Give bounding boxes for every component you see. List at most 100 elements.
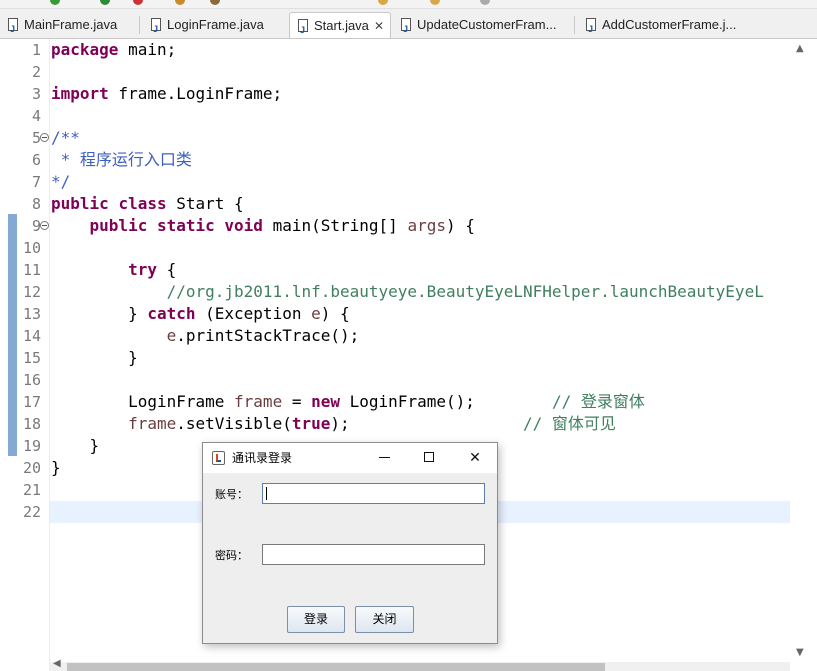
code-line[interactable]: 7 */ xyxy=(0,171,790,193)
java-app-icon xyxy=(212,451,225,465)
account-input[interactable] xyxy=(262,483,485,504)
login-dialog: 通讯录登录 ✕ 账号： 密码： 登录 关闭 xyxy=(202,442,498,644)
line-number: 14 xyxy=(22,327,41,345)
line-number: 17 xyxy=(22,393,41,411)
code-line[interactable]: 9 public static void main(String[] args)… xyxy=(0,215,790,237)
code-line[interactable]: 1 package main; xyxy=(0,39,790,61)
code-text: public class Start { xyxy=(51,194,244,213)
code-line[interactable]: 5 /** xyxy=(0,127,790,149)
code-text: public static void main(String[] args) { xyxy=(89,216,475,235)
tab-separator xyxy=(574,16,575,34)
code-text: */ xyxy=(51,172,71,191)
maximize-button[interactable] xyxy=(409,443,449,473)
scroll-thumb[interactable] xyxy=(67,663,605,671)
minimize-icon xyxy=(379,457,390,458)
tab-label: UpdateCustomerFram... xyxy=(417,17,557,32)
code-text: //org.jb2011.lnf.beautyeye.BeautyEyeLNFH… xyxy=(166,282,764,301)
line-number: 16 xyxy=(22,371,41,389)
code-line[interactable]: 18 frame.setVisible(true); // 窗体可见 xyxy=(0,413,790,435)
account-label: 账号： xyxy=(215,488,248,501)
line-number: 10 xyxy=(22,239,41,257)
scroll-up-icon[interactable]: ▲ xyxy=(796,43,804,54)
code-line[interactable]: 14 e.printStackTrace(); xyxy=(0,325,790,347)
password-label: 密码： xyxy=(215,549,248,562)
line-number: 7 xyxy=(31,173,41,191)
login-button[interactable]: 登录 xyxy=(287,606,345,633)
line-number: 8 xyxy=(31,195,41,213)
line-number: 3 xyxy=(31,85,41,103)
code-text: /** xyxy=(51,128,80,147)
java-file-icon xyxy=(401,16,411,38)
fold-toggle-icon[interactable] xyxy=(40,221,49,230)
close-button[interactable]: ✕ xyxy=(455,443,495,473)
horizontal-scrollbar[interactable]: ◀ xyxy=(49,658,790,671)
debug-icon[interactable] xyxy=(100,0,110,5)
line-number: 15 xyxy=(22,349,41,367)
close-tab-icon[interactable]: ✕ xyxy=(374,13,384,38)
code-text: } catch (Exception e) { xyxy=(51,304,350,323)
code-text: import frame.LoginFrame; xyxy=(51,84,283,103)
text-caret xyxy=(266,487,267,500)
run-icon[interactable] xyxy=(50,0,60,5)
close-dialog-button[interactable]: 关闭 xyxy=(355,606,414,633)
code-text: } xyxy=(51,436,100,455)
code-line[interactable]: 4 xyxy=(0,105,790,127)
code-line[interactable]: 8 public class Start { xyxy=(0,193,790,215)
fold-toggle-icon[interactable] xyxy=(40,133,49,142)
code-line[interactable]: 13 } catch (Exception e) { xyxy=(0,303,790,325)
minimize-button[interactable] xyxy=(365,443,405,473)
back-icon[interactable] xyxy=(430,0,440,5)
tab-addcustomerframe[interactable]: AddCustomerFrame.j... xyxy=(578,12,758,38)
maximize-icon xyxy=(424,452,434,462)
line-number: 4 xyxy=(31,107,41,125)
vertical-scrollbar[interactable]: ▲ ▼ xyxy=(790,39,817,662)
dialog-title: 通讯录登录 xyxy=(232,451,293,465)
tab-start[interactable]: Start.java ✕ xyxy=(289,12,391,38)
tab-label: Start.java xyxy=(314,18,369,33)
code-text: try { xyxy=(128,260,177,279)
code-line[interactable]: 2 xyxy=(0,61,790,83)
tab-mainframe[interactable]: MainFrame.java xyxy=(0,12,140,38)
code-text: LoginFrame frame = new LoginFrame(); // … xyxy=(51,392,645,411)
folder-icon[interactable] xyxy=(378,0,388,5)
code-line[interactable]: 10 xyxy=(0,237,790,259)
line-number: 9 xyxy=(31,217,41,235)
dialog-title-bar[interactable]: 通讯录登录 ✕ xyxy=(203,443,497,473)
line-number: 22 xyxy=(22,503,41,521)
code-line[interactable]: 17 LoginFrame frame = new LoginFrame(); … xyxy=(0,391,790,413)
line-number: 6 xyxy=(31,151,41,169)
code-line[interactable]: 6 * 程序运行入口类 xyxy=(0,149,790,171)
code-text: frame.setVisible(true); // 窗体可见 xyxy=(128,414,616,433)
tool-icon[interactable] xyxy=(175,0,185,5)
code-line[interactable]: 12 //org.jb2011.lnf.beautyeye.BeautyEyeL… xyxy=(0,281,790,303)
tool-icon[interactable] xyxy=(210,0,220,5)
java-file-icon xyxy=(8,16,18,38)
code-text: } xyxy=(51,458,61,477)
code-line[interactable]: 11 try { xyxy=(0,259,790,281)
tab-separator xyxy=(139,16,140,34)
scroll-left-icon[interactable]: ◀ xyxy=(53,658,61,669)
close-icon: ✕ xyxy=(469,450,481,466)
line-number: 12 xyxy=(22,283,41,301)
password-input[interactable] xyxy=(262,544,485,565)
tab-loginframe[interactable]: LoginFrame.java xyxy=(143,12,287,38)
java-file-icon xyxy=(151,16,161,38)
java-file-icon xyxy=(586,16,596,38)
line-number: 21 xyxy=(22,481,41,499)
code-line[interactable]: 16 xyxy=(0,369,790,391)
line-number: 19 xyxy=(22,437,41,455)
tab-label: LoginFrame.java xyxy=(167,17,264,32)
scroll-down-icon[interactable]: ▼ xyxy=(796,647,804,658)
line-number: 13 xyxy=(22,305,41,323)
stop-icon[interactable] xyxy=(133,0,143,5)
tab-updatecustomerframe[interactable]: UpdateCustomerFram... xyxy=(393,12,575,38)
line-number: 20 xyxy=(22,459,41,477)
forward-icon[interactable] xyxy=(480,0,490,5)
code-line[interactable]: 15 } xyxy=(0,347,790,369)
java-file-icon xyxy=(298,17,308,38)
code-text: } xyxy=(51,348,138,367)
code-text: * 程序运行入口类 xyxy=(51,150,192,169)
code-line[interactable]: 3 import frame.LoginFrame; xyxy=(0,83,790,105)
tab-label: AddCustomerFrame.j... xyxy=(602,17,737,32)
code-text: e.printStackTrace(); xyxy=(166,326,360,345)
